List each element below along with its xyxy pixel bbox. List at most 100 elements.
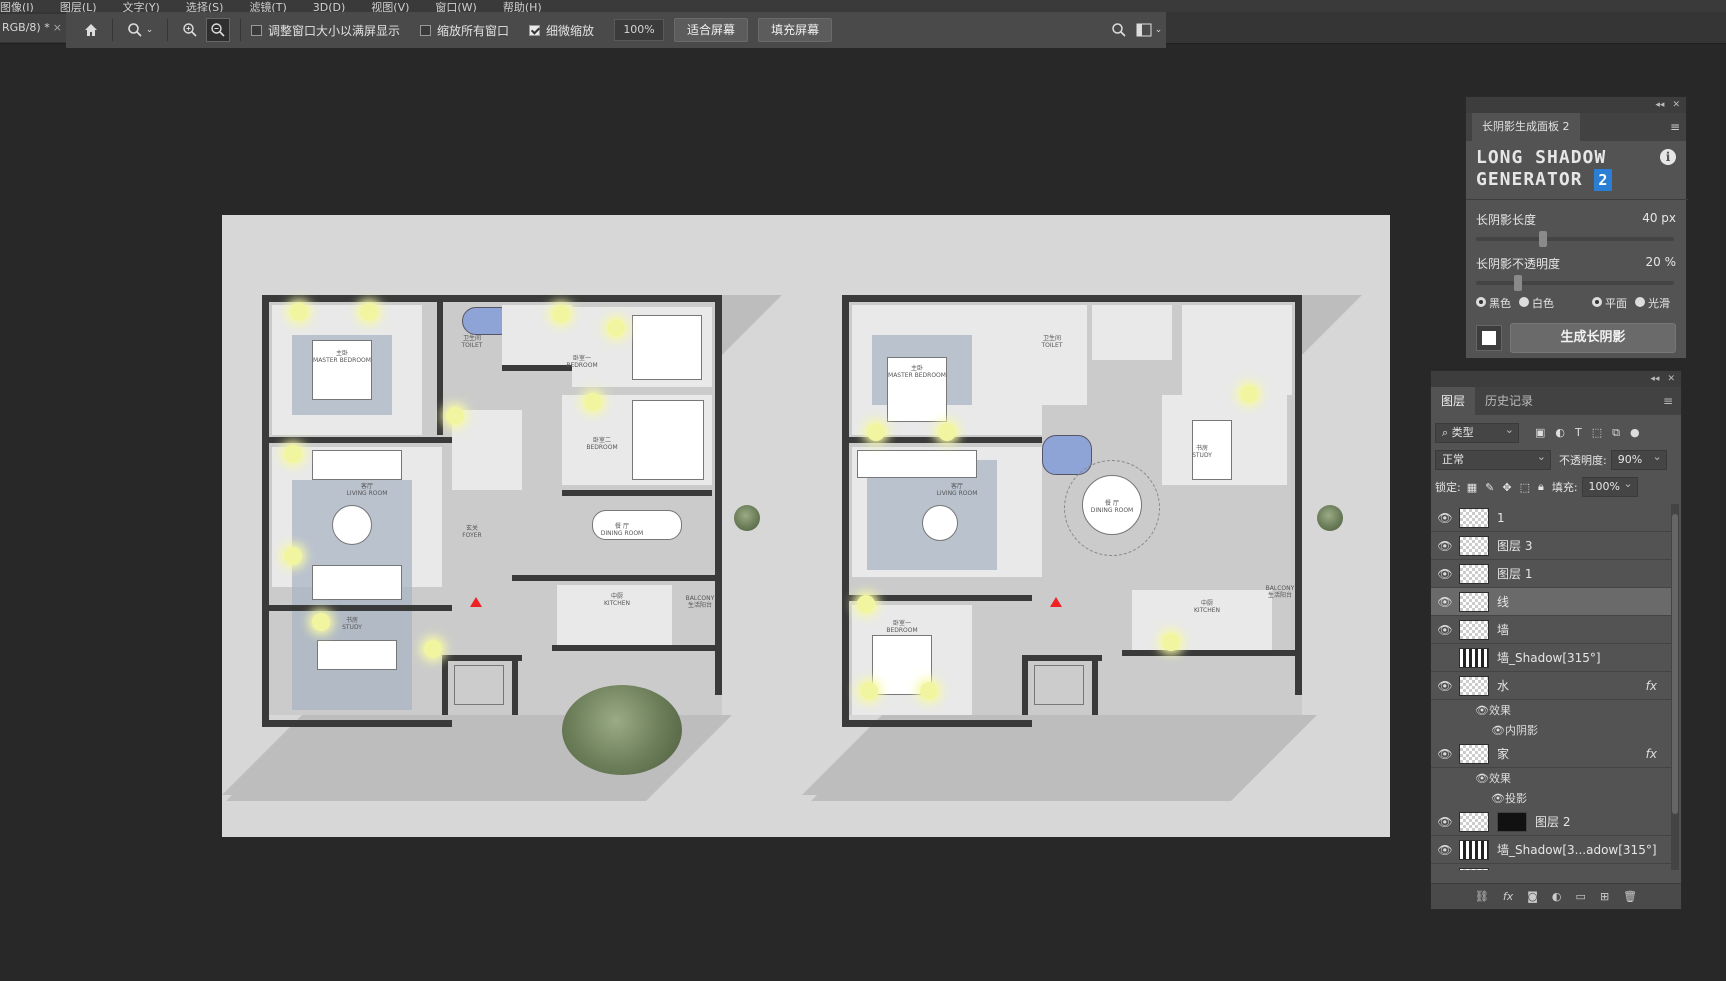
fill-screen-button[interactable]: 填充屏幕 [758,18,833,42]
effect-eye-icon[interactable]: 👁︎ [1475,772,1489,785]
fit-screen-button[interactable]: 适合屏幕 [674,18,749,42]
collapse-icon[interactable]: ◂◂ [1655,100,1664,110]
length-slider-knob[interactable] [1538,231,1547,247]
new-layer-icon[interactable]: ⊞ [1600,890,1609,903]
effects-group[interactable]: 👁︎ 效果 [1431,768,1671,788]
visibility-eye-icon[interactable]: 👁︎ [1431,567,1459,581]
lock-image-icon[interactable]: ✎ [1485,481,1494,494]
lock-all-icon[interactable]: 🔒︎ [1538,480,1544,494]
opacity-slider[interactable] [1476,275,1674,291]
opacity-value[interactable]: 20 % [1646,255,1677,272]
close-icon[interactable]: × [53,14,62,42]
folder-icon[interactable]: ▭ [1576,890,1586,903]
layer-row[interactable]: 👁︎ 墙 [1431,616,1671,644]
generate-shadow-button[interactable]: 生成长阴影 [1510,323,1676,353]
radio-flat[interactable]: 平面 [1592,295,1627,311]
workspace-layout-icon[interactable]: ⌄ [1132,18,1166,42]
tab-layers[interactable]: 图层 [1431,387,1476,415]
length-value[interactable]: 40 px [1642,211,1676,228]
zoom-all-windows-checkbox[interactable]: 缩放所有窗口 [420,22,509,39]
lock-artboard-icon[interactable]: ⬚ [1520,481,1530,494]
close-icon[interactable]: ✕ [1672,100,1680,110]
menu-item[interactable]: 选择(S) [186,0,224,12]
layer-row[interactable]: 墙_Shadow[315°] [1431,644,1671,672]
visibility-eye-icon[interactable]: 👁︎ [1431,539,1459,553]
menu-item[interactable]: 3D(D) [313,1,346,12]
layer-row[interactable]: 👁︎地 [1431,864,1671,870]
radio-white[interactable]: 白色 [1519,295,1554,311]
mask-icon[interactable]: ◙ [1527,890,1538,903]
layer-mask-thumbnail[interactable] [1497,811,1527,832]
layer-row[interactable]: 👁︎ 家 fx [1431,740,1671,768]
info-icon[interactable]: i [1660,149,1676,165]
radio-smooth[interactable]: 光滑 [1635,295,1670,311]
opacity-slider-knob[interactable] [1514,275,1522,291]
effect-eye-icon[interactable]: 👁︎ [1491,724,1505,737]
visibility-eye-icon[interactable]: 👁︎ [1431,595,1459,609]
visibility-eye-icon[interactable]: 👁︎ [1431,843,1459,857]
fill-field[interactable]: 100% [1581,475,1638,497]
adjustment-filter-icon[interactable]: ◐ [1555,426,1565,440]
zoom-tool-icon[interactable]: ⌄ [123,18,157,42]
trash-icon[interactable]: 🗑︎ [1623,890,1637,903]
effect-eye-icon[interactable]: 👁︎ [1475,704,1489,717]
zoom-in-icon[interactable] [178,18,202,42]
checkbox-zoom-all-box[interactable] [420,24,432,36]
menu-item[interactable]: 帮助(H) [503,0,542,12]
scrollbar-thumb[interactable] [1672,514,1678,814]
menu-item[interactable]: 图层(L) [60,0,97,12]
tab-long-shadow[interactable]: 长阴影生成面板 2 [1472,113,1580,141]
collapse-icon[interactable]: ◂◂ [1650,374,1659,384]
close-icon[interactable]: ✕ [1667,374,1675,384]
effect-item[interactable]: 👁︎ 内阴影 [1431,720,1671,740]
panel-menu-icon[interactable]: ≡ [1670,120,1680,134]
menu-item[interactable]: 滤镜(T) [249,0,286,12]
filter-toggle-icon[interactable]: ● [1630,426,1640,440]
visibility-eye-icon[interactable]: 👁︎ [1431,747,1459,761]
filter-kind-select[interactable]: ⌕ 类型 [1435,421,1519,443]
smart-object-filter-icon[interactable]: ⧉ [1612,426,1620,440]
layer-row[interactable]: 👁︎ 1 [1431,504,1671,532]
radio-black[interactable]: 黑色 [1476,295,1511,311]
opacity-field[interactable]: 90% [1610,448,1667,470]
scrubby-zoom-checkbox[interactable]: 细微缩放 [529,22,594,39]
link-icon[interactable]: ⛓ [1475,890,1489,903]
layer-fx-icon[interactable]: fx [1646,679,1657,693]
type-filter-icon[interactable]: T [1575,426,1582,440]
fx-icon[interactable]: fx [1503,890,1513,903]
pixel-filter-icon[interactable]: ▣ [1535,426,1545,440]
panel-menu-icon[interactable]: ≡ [1663,387,1681,415]
visibility-eye-icon[interactable]: 👁︎ [1431,815,1459,829]
layer-fx-icon[interactable]: fx [1646,747,1657,761]
zoom-percent-field[interactable]: 100% [614,19,665,41]
effect-item[interactable]: 👁︎ 投影 [1431,788,1671,808]
menu-item[interactable]: 文字(Y) [123,0,160,12]
effects-group[interactable]: 👁︎ 效果 [1431,700,1671,720]
visibility-eye-icon[interactable]: 👁︎ [1431,511,1459,525]
layer-row[interactable]: 👁︎ 水 fx [1431,672,1671,700]
length-slider[interactable] [1476,231,1674,247]
shadow-color-swatch[interactable] [1476,325,1502,351]
layers-scrollbar[interactable] [1671,504,1679,870]
layer-row[interactable]: 👁︎ 墙_Shadow[3...adow[315°] [1431,836,1671,864]
menu-item[interactable]: 视图(V) [371,0,409,12]
layer-row[interactable]: 👁︎ 线 [1431,588,1671,616]
document-tab[interactable]: RGB/8) * × [0,14,66,42]
tab-history[interactable]: 历史记录 [1475,387,1543,415]
menu-item[interactable]: 图像(I) [0,0,34,12]
layer-row[interactable]: 👁︎ 图层 2 [1431,808,1671,836]
lock-position-icon[interactable]: ✥ [1502,481,1511,494]
resize-windows-checkbox[interactable]: 调整窗口大小以满屏显示 [251,22,400,39]
visibility-eye-icon[interactable]: 👁︎ [1431,679,1459,693]
effect-eye-icon[interactable]: 👁︎ [1491,792,1505,805]
layer-row[interactable]: 👁︎ 图层 3 [1431,532,1671,560]
checkbox-resize-box[interactable] [251,24,262,36]
search-icon[interactable] [1106,18,1132,42]
blend-mode-select[interactable]: 正常 [1435,448,1551,470]
adjustment-icon[interactable]: ◐ [1552,890,1562,903]
document-canvas[interactable]: 主卧 MASTER BEDROOM 卫生间 TOILET 卧室一 BEDROOM… [222,215,1390,837]
home-icon[interactable] [80,18,102,42]
shape-filter-icon[interactable]: ⬚ [1592,426,1602,440]
zoom-out-icon[interactable] [206,18,230,42]
layer-row[interactable]: 👁︎ 图层 1 [1431,560,1671,588]
